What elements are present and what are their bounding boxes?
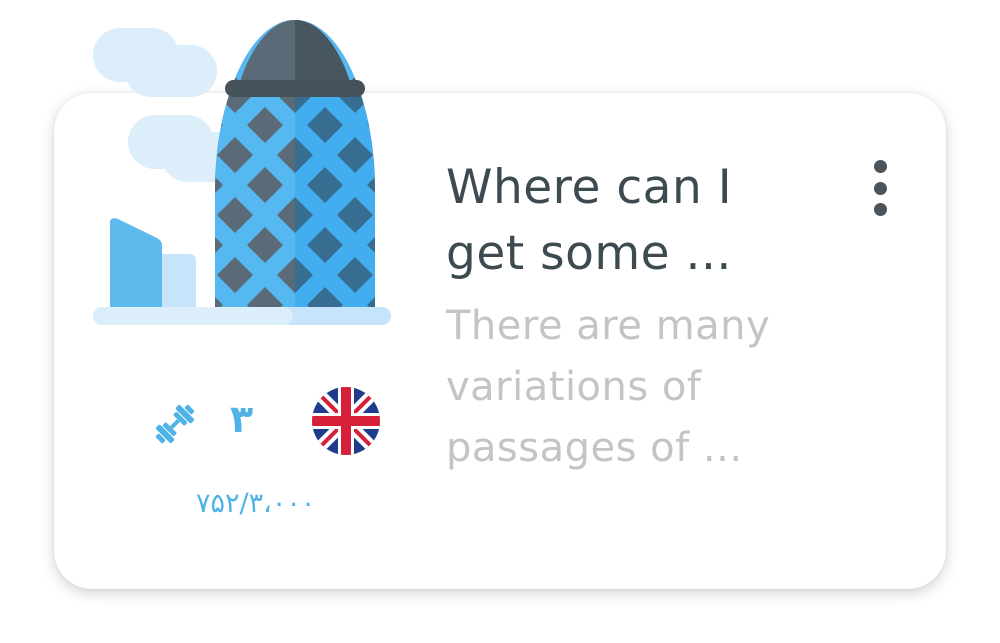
card-description: There are many variations of passages of… xyxy=(446,303,771,471)
difficulty-level: ۳ xyxy=(230,397,254,441)
card-title: Where can I get some ... xyxy=(446,160,733,281)
card-stats: ۳ xyxy=(140,385,400,465)
more-vertical-icon xyxy=(873,160,887,173)
gherkin-building-illustration xyxy=(93,20,391,325)
uk-flag-icon xyxy=(312,387,380,455)
dumbbell-icon xyxy=(155,404,195,444)
price-label: ۷۵۲/۳،۰۰۰ xyxy=(196,488,316,519)
more-options-button[interactable] xyxy=(862,158,898,218)
